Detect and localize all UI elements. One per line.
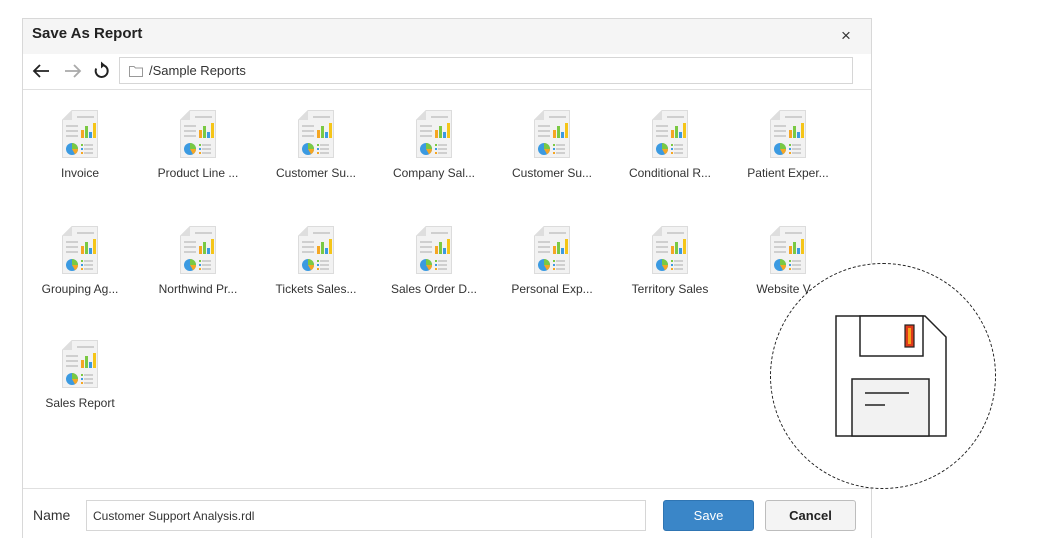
report-file-icon [770,110,806,158]
dialog-titlebar: Save As Report × [23,19,871,55]
file-item[interactable]: Sales Order D... [377,206,491,306]
file-item[interactable]: Customer Su... [259,90,373,190]
report-file-icon [534,226,570,274]
save-as-report-dialog: Save As Report × /Sample Reports Invoice… [22,18,872,539]
folder-icon [129,66,143,77]
file-item[interactable]: Grouping Ag... [23,206,137,306]
file-label: Sales Report [45,396,115,410]
file-label: Patient Exper... [747,166,829,180]
arrow-right-icon[interactable] [62,60,84,82]
file-label: Customer Su... [275,166,357,180]
file-label: Invoice [60,166,100,180]
file-label: Sales Order D... [390,282,478,296]
report-file-icon [62,110,98,158]
file-item[interactable]: Company Sal... [377,90,491,190]
file-grid: Invoice Product Line ... Customer Su... [23,90,871,486]
file-item[interactable]: Product Line ... [141,90,255,190]
file-label: Customer Su... [511,166,593,180]
cancel-button[interactable]: Cancel [765,500,856,531]
report-file-icon [62,340,98,388]
report-file-icon [534,110,570,158]
save-button[interactable]: Save [663,500,754,531]
file-label: Company Sal... [392,166,476,180]
dialog-footer: Name Save Cancel [23,488,871,539]
file-item[interactable]: Patient Exper... [731,90,845,190]
refresh-icon[interactable] [90,60,112,82]
file-item[interactable]: Territory Sales [613,206,727,306]
file-label: Grouping Ag... [41,282,119,296]
file-label: Personal Exp... [511,282,593,296]
file-label: Northwind Pr... [158,282,238,296]
arrow-left-icon[interactable] [30,60,52,82]
name-label: Name [33,507,71,523]
report-file-icon [62,226,98,274]
file-item[interactable]: Tickets Sales... [259,206,373,306]
file-label: Conditional R... [628,166,712,180]
file-item[interactable]: Personal Exp... [495,206,609,306]
report-file-icon [298,226,334,274]
report-file-icon [770,226,806,274]
file-name-input[interactable] [86,500,646,531]
file-item[interactable]: Northwind Pr... [141,206,255,306]
report-file-icon [652,110,688,158]
file-item[interactable]: Invoice [23,90,137,190]
report-file-icon [416,110,452,158]
report-file-icon [180,226,216,274]
current-path: /Sample Reports [149,63,246,78]
file-label: Tickets Sales... [275,282,357,296]
floppy-disk-icon [835,315,947,437]
report-file-icon [298,110,334,158]
report-file-icon [652,226,688,274]
close-icon[interactable]: × [837,27,855,45]
dialog-title: Save As Report [32,25,143,42]
file-label: Territory Sales [631,282,709,296]
file-item[interactable]: Customer Su... [495,90,609,190]
file-item[interactable]: Conditional R... [613,90,727,190]
report-file-icon [180,110,216,158]
report-file-icon [416,226,452,274]
file-item[interactable]: Sales Report [23,320,137,420]
path-box[interactable]: /Sample Reports [119,57,853,84]
navigation-bar: /Sample Reports [23,54,871,90]
save-zoom-callout [770,263,996,489]
file-label: Product Line ... [157,166,239,180]
